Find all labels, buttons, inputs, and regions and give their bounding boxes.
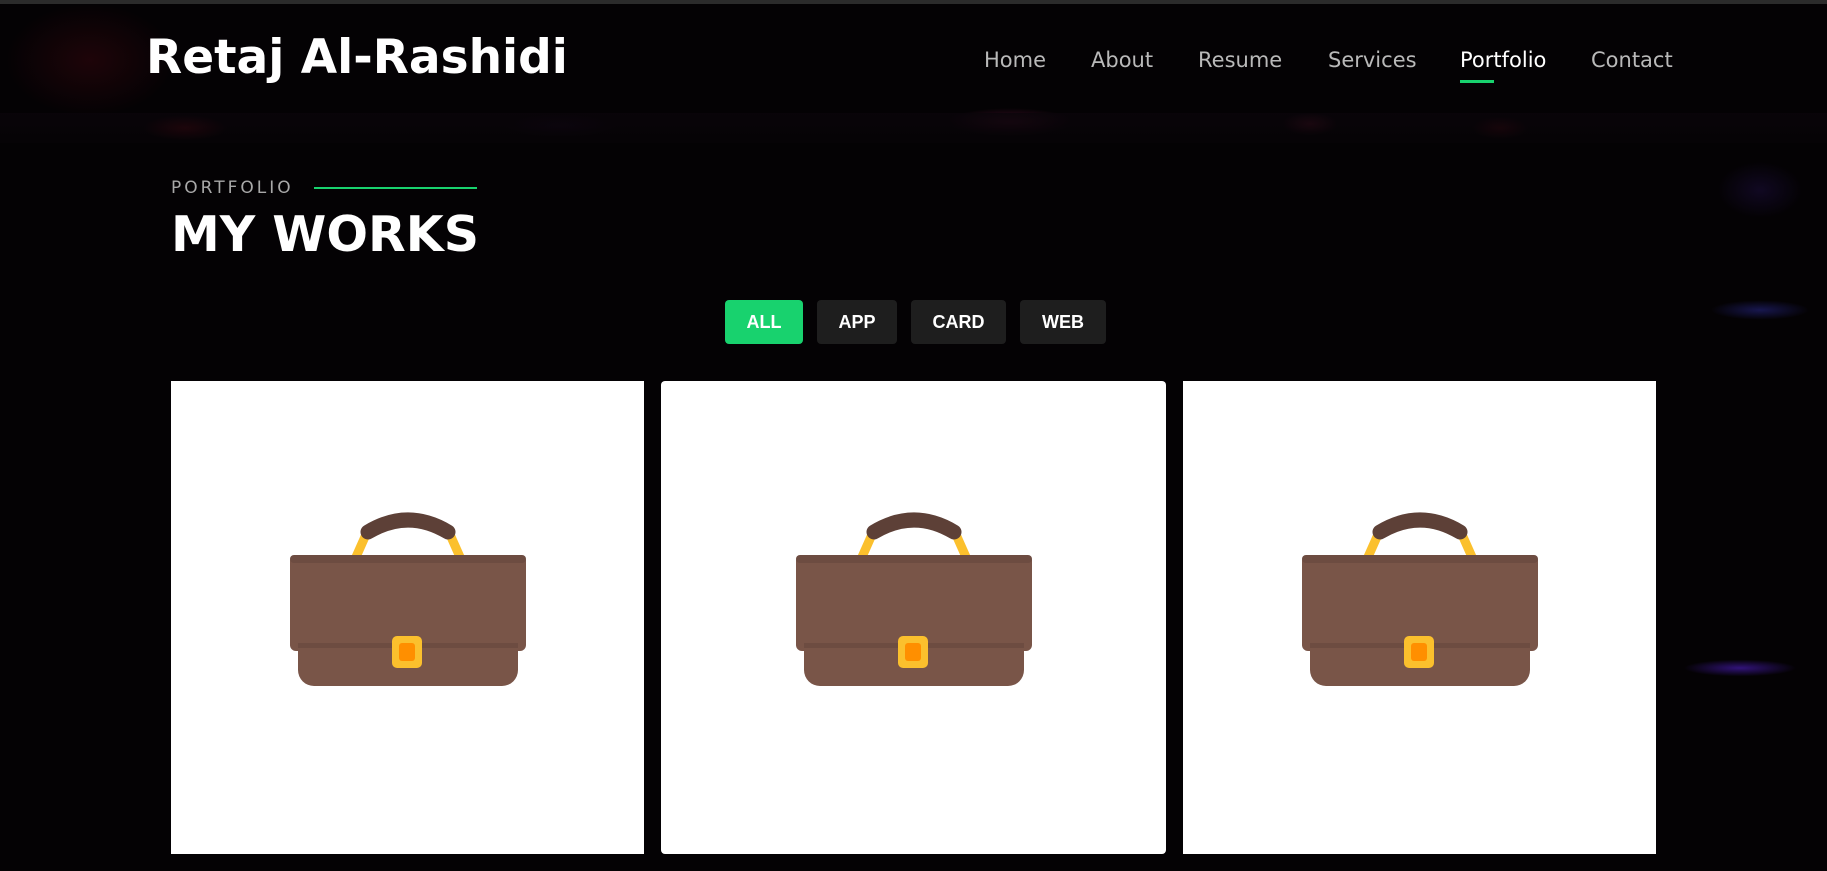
site-logo[interactable]: Retaj Al-Rashidi bbox=[146, 30, 568, 85]
filter-all[interactable]: ALL bbox=[725, 300, 803, 344]
site-header: Retaj Al-Rashidi Home About Resume Servi… bbox=[0, 4, 1827, 114]
nav-item-resume[interactable]: Resume bbox=[1198, 48, 1282, 72]
portfolio-filters: ALL APP CARD WEB bbox=[0, 300, 1827, 345]
nav-active-indicator bbox=[1460, 80, 1494, 83]
filter-app[interactable]: APP bbox=[817, 300, 897, 344]
header-divider-band bbox=[0, 113, 1827, 143]
section-title: MY WORKS bbox=[171, 206, 479, 263]
briefcase-icon bbox=[1301, 512, 1538, 686]
nav-item-home[interactable]: Home bbox=[984, 48, 1046, 72]
briefcase-icon bbox=[795, 512, 1032, 686]
section-subtitle: PORTFOLIO bbox=[171, 178, 294, 198]
nav-item-portfolio[interactable]: Portfolio bbox=[1460, 48, 1546, 72]
portfolio-item[interactable] bbox=[661, 381, 1166, 854]
portfolio-item[interactable] bbox=[171, 381, 644, 854]
nav-item-about[interactable]: About bbox=[1091, 48, 1153, 72]
section-subtitle-line bbox=[314, 187, 477, 189]
filter-web[interactable]: WEB bbox=[1020, 300, 1106, 344]
page: Retaj Al-Rashidi Home About Resume Servi… bbox=[0, 0, 1827, 871]
briefcase-icon bbox=[289, 512, 526, 686]
nav-item-services[interactable]: Services bbox=[1328, 48, 1417, 72]
filter-card[interactable]: CARD bbox=[911, 300, 1006, 344]
portfolio-item[interactable] bbox=[1183, 381, 1656, 854]
nav-item-contact[interactable]: Contact bbox=[1591, 48, 1673, 72]
